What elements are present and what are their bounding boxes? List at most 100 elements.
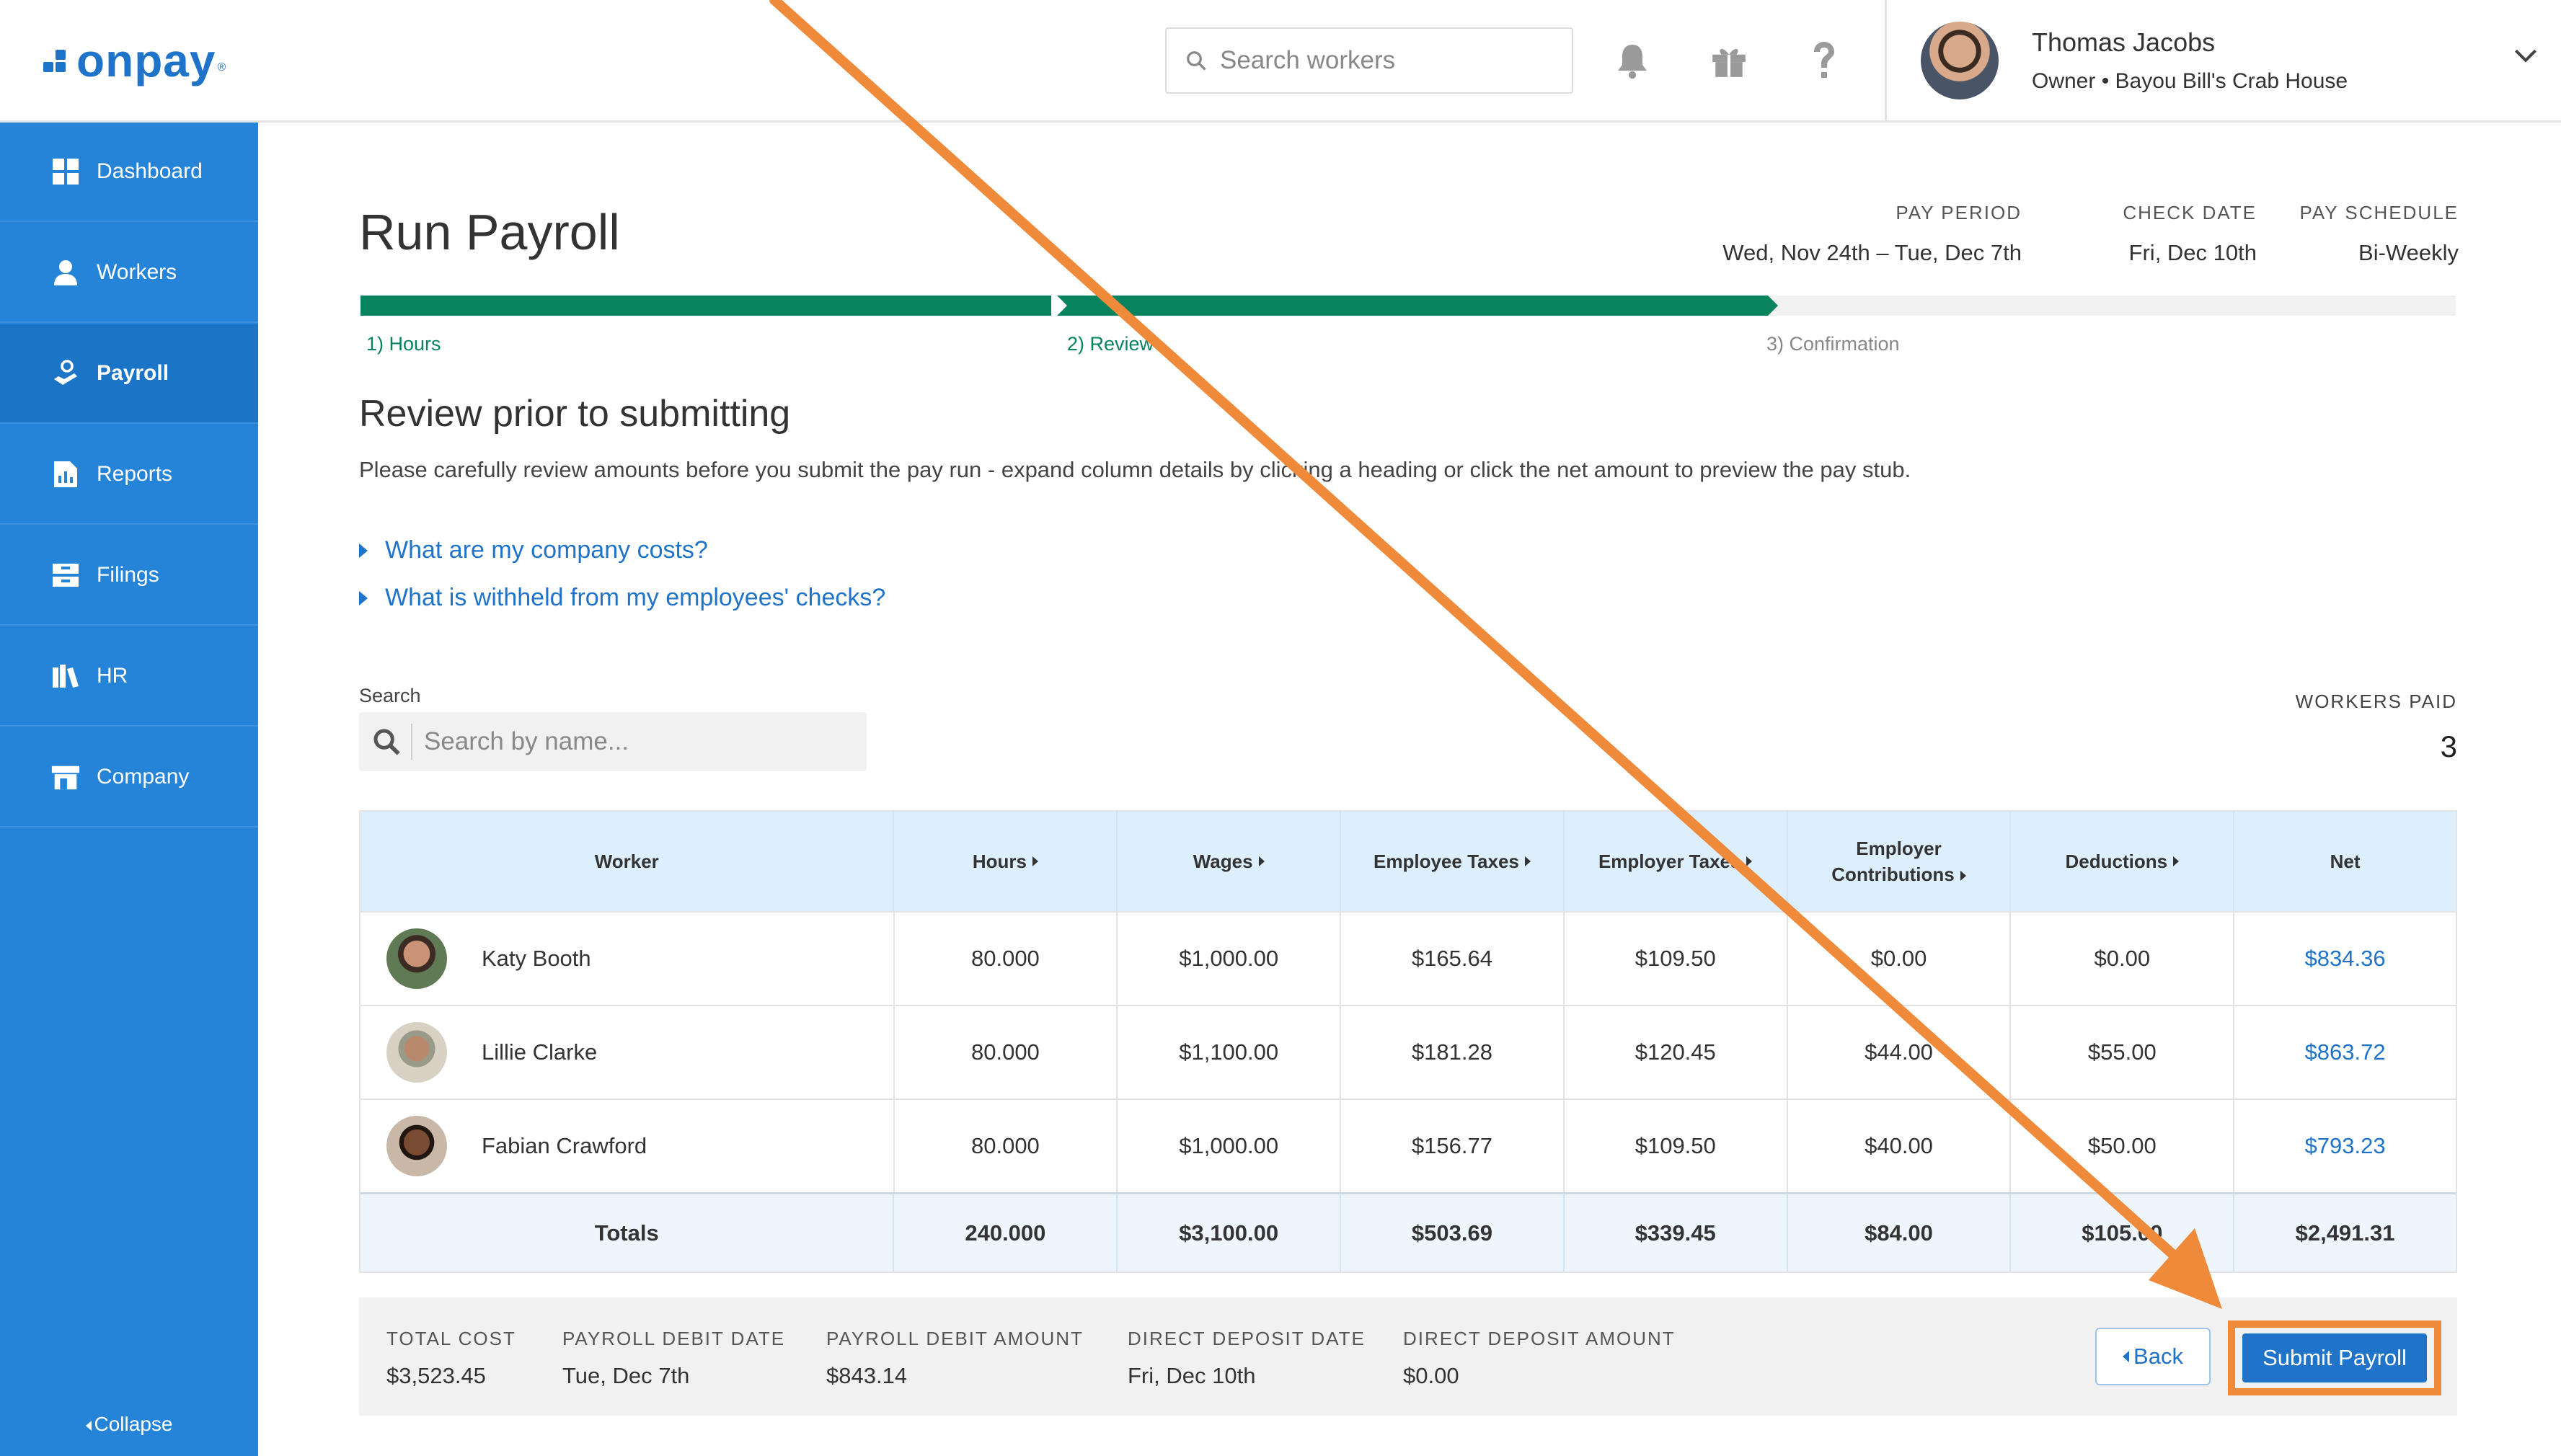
column-header-employee-taxes[interactable]: Employee Taxes: [1341, 812, 1565, 911]
sidebar-item-label: Company: [97, 765, 190, 789]
employer-contributions-cell: $44.00: [1788, 1006, 2012, 1098]
total-employee-taxes: $503.69: [1341, 1194, 1565, 1271]
dd-date-value: Fri, Dec 10th: [1128, 1363, 1256, 1388]
worker-search-input[interactable]: [1220, 46, 1552, 75]
sidebar-item-label: Filings: [97, 563, 159, 587]
sidebar-item-reports[interactable]: Reports: [0, 425, 258, 525]
sidebar-item-payroll[interactable]: Payroll: [0, 324, 258, 424]
avatar: [386, 1116, 447, 1176]
deductions-cell: $50.00: [2011, 1100, 2235, 1192]
column-header-employer-taxes[interactable]: Employer Taxes: [1565, 812, 1788, 911]
check-date-value: Fri, Dec 10th: [2128, 240, 2257, 265]
filings-icon: [50, 560, 81, 590]
collapse-label: Collapse: [94, 1413, 173, 1435]
caret-right-icon: [1746, 856, 1753, 866]
user-name[interactable]: Thomas Jacobs: [2032, 27, 2215, 58]
logo-registered-mark: ®: [217, 61, 226, 74]
totals-row: Totals 240.000 $3,100.00 $503.69 $339.45…: [361, 1192, 2456, 1271]
sidebar-item-workers[interactable]: Workers: [0, 223, 258, 323]
column-header-deductions[interactable]: Deductions: [2011, 812, 2235, 911]
avatar: [386, 1022, 447, 1083]
user-avatar[interactable]: [1921, 22, 1999, 99]
table-header: Worker Hours Wages Employee Taxes Employ…: [361, 812, 2456, 911]
deductions-cell: $55.00: [2011, 1006, 2235, 1098]
employee-taxes-cell: $181.28: [1341, 1006, 1565, 1098]
column-header-label-line2: Contributions: [1831, 861, 1966, 887]
debit-amount-value: $843.14: [826, 1363, 908, 1388]
sidebar-item-hr[interactable]: HR: [0, 627, 258, 727]
column-header-hours[interactable]: Hours: [894, 812, 1118, 911]
name-search-box[interactable]: [359, 712, 867, 771]
payroll-debit-amount: PAYROLL DEBIT AMOUNT $843.14: [826, 1328, 1084, 1389]
wages-cell: $1,100.00: [1118, 1006, 1342, 1098]
caret-right-icon: [1960, 871, 1966, 882]
logo-mark-icon: [43, 46, 72, 75]
user-role: Owner • Bayou Bill's Crab House: [2032, 69, 2348, 93]
chevron-down-icon[interactable]: [2513, 48, 2538, 67]
company-costs-toggle[interactable]: What are my company costs?: [359, 536, 708, 564]
hours-cell: 80.000: [895, 913, 1118, 1005]
reports-icon: [50, 459, 81, 489]
total-cost-value: $3,523.45: [386, 1363, 486, 1388]
sidebar-item-label: HR: [97, 664, 128, 688]
payroll-debit-date: PAYROLL DEBIT DATE Tue, Dec 7th: [562, 1328, 785, 1389]
step-hours[interactable]: 1) Hours: [366, 333, 441, 355]
total-cost: TOTAL COST $3,523.45: [386, 1328, 516, 1389]
sidebar-item-company[interactable]: Company: [0, 728, 258, 827]
sidebar-item-dashboard[interactable]: Dashboard: [0, 123, 258, 222]
dd-amount-label: DIRECT DEPOSIT AMOUNT: [1403, 1328, 1676, 1349]
column-header-label: Wages: [1193, 851, 1253, 872]
hours-cell: 80.000: [895, 1100, 1118, 1192]
table-row: Fabian Crawford 80.000 $1,000.00 $156.77…: [361, 1098, 2456, 1192]
name-search-label: Search: [359, 685, 421, 706]
avatar: [386, 928, 447, 989]
total-employer-contributions: $84.00: [1788, 1194, 2012, 1271]
column-header-label: Hours: [972, 851, 1027, 872]
progress-tip: [1768, 296, 1778, 316]
hr-icon: [50, 661, 81, 691]
onpay-logo[interactable]: onpay ®: [43, 32, 226, 89]
search-icon: [373, 729, 400, 755]
total-net: $2,491.31: [2295, 1220, 2395, 1246]
sidebar: Dashboard Workers Payroll Reports Filing…: [0, 123, 258, 1456]
sidebar-item-label: Payroll: [97, 361, 169, 385]
back-button[interactable]: Back: [2095, 1328, 2211, 1385]
search-separator: [411, 724, 412, 760]
caret-right-icon: [2173, 856, 2180, 866]
workers-paid-count: 3: [2440, 729, 2457, 763]
table-row: Katy Booth 80.000 $1,000.00 $165.64 $109…: [361, 911, 2456, 1005]
debit-amount-label: PAYROLL DEBIT AMOUNT: [826, 1328, 1084, 1349]
dashboard-icon: [50, 156, 81, 187]
bell-icon[interactable]: [1609, 37, 1655, 84]
dd-amount-value: $0.00: [1403, 1363, 1459, 1388]
column-header-employer-contributions[interactable]: Employer Contributions: [1788, 812, 2012, 911]
column-header-wages[interactable]: Wages: [1118, 812, 1342, 911]
logo-text: onpay: [76, 35, 216, 86]
caret-right-icon: [1524, 856, 1531, 866]
gift-icon[interactable]: [1706, 37, 1752, 84]
worker-search-box[interactable]: [1165, 27, 1573, 94]
total-employer-taxes: $339.45: [1565, 1194, 1788, 1271]
page-title: Run Payroll: [359, 204, 620, 260]
sidebar-item-filings[interactable]: Filings: [0, 526, 258, 626]
workers-paid-label: WORKERS PAID: [2295, 691, 2457, 712]
step-confirmation: 3) Confirmation: [1766, 333, 1900, 355]
collapse-sidebar-button[interactable]: Collapse: [0, 1413, 258, 1436]
faq-label: What are my company costs?: [385, 536, 708, 564]
submit-payroll-button[interactable]: Submit Payroll: [2242, 1333, 2427, 1382]
chevron-left-icon: [2123, 1351, 2130, 1362]
net-amount-link[interactable]: $793.23: [2234, 1100, 2456, 1192]
search-icon: [1187, 51, 1206, 71]
help-icon[interactable]: [1801, 37, 1847, 84]
wages-cell: $1,000.00: [1118, 1100, 1342, 1192]
total-wages: $3,100.00: [1118, 1194, 1342, 1271]
check-date-label: CHECK DATE: [2123, 202, 2257, 223]
debit-date-value: Tue, Dec 7th: [562, 1363, 690, 1388]
net-amount-link[interactable]: $834.36: [2234, 913, 2456, 1005]
total-deductions: $105.00: [2011, 1194, 2235, 1271]
employer-taxes-cell: $120.45: [1565, 1006, 1788, 1098]
withheld-toggle[interactable]: What is withheld from my employees' chec…: [359, 584, 885, 612]
column-header-label: Contributions: [1831, 864, 1955, 885]
net-amount-link[interactable]: $863.72: [2234, 1006, 2456, 1098]
name-search-input[interactable]: [424, 727, 828, 756]
